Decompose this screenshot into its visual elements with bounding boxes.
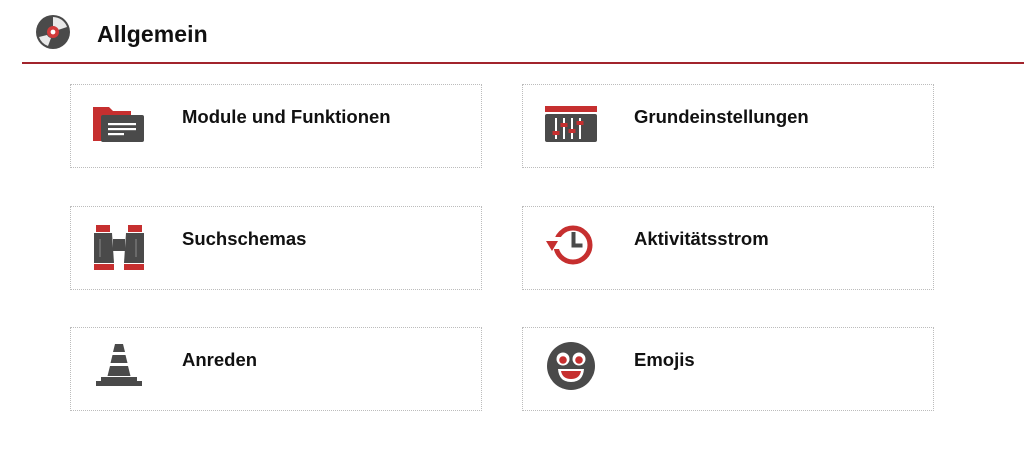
section-header: Allgemein (0, 0, 1024, 64)
card-label: Anreden (182, 349, 258, 370)
card-module-und-funktionen[interactable]: Module und Funktionen (70, 84, 482, 168)
card-grundeinstellungen[interactable]: Grundeinstellungen (522, 84, 934, 168)
disc-icon (34, 13, 72, 51)
card-label: Suchschemas (182, 228, 307, 249)
traffic-cone-icon (91, 338, 147, 394)
card-label: Aktivitätsstrom (634, 228, 769, 249)
card-label: Grundeinstellungen (634, 106, 809, 127)
card-label: Module und Funktionen (182, 106, 391, 127)
card-aktivitaetsstrom[interactable]: Aktivitätsstrom (522, 206, 934, 290)
binoculars-icon (91, 217, 147, 273)
sliders-icon (543, 95, 599, 151)
page-title: Allgemein (97, 21, 208, 47)
card-label: Emojis (634, 349, 695, 370)
header-divider (22, 62, 1024, 64)
card-suchschemas[interactable]: Suchschemas (70, 206, 482, 290)
folder-icon (91, 95, 147, 151)
emoji-icon (543, 338, 599, 394)
history-clock-icon (543, 217, 599, 273)
card-anreden[interactable]: Anreden (70, 327, 482, 411)
card-emojis[interactable]: Emojis (522, 327, 934, 411)
